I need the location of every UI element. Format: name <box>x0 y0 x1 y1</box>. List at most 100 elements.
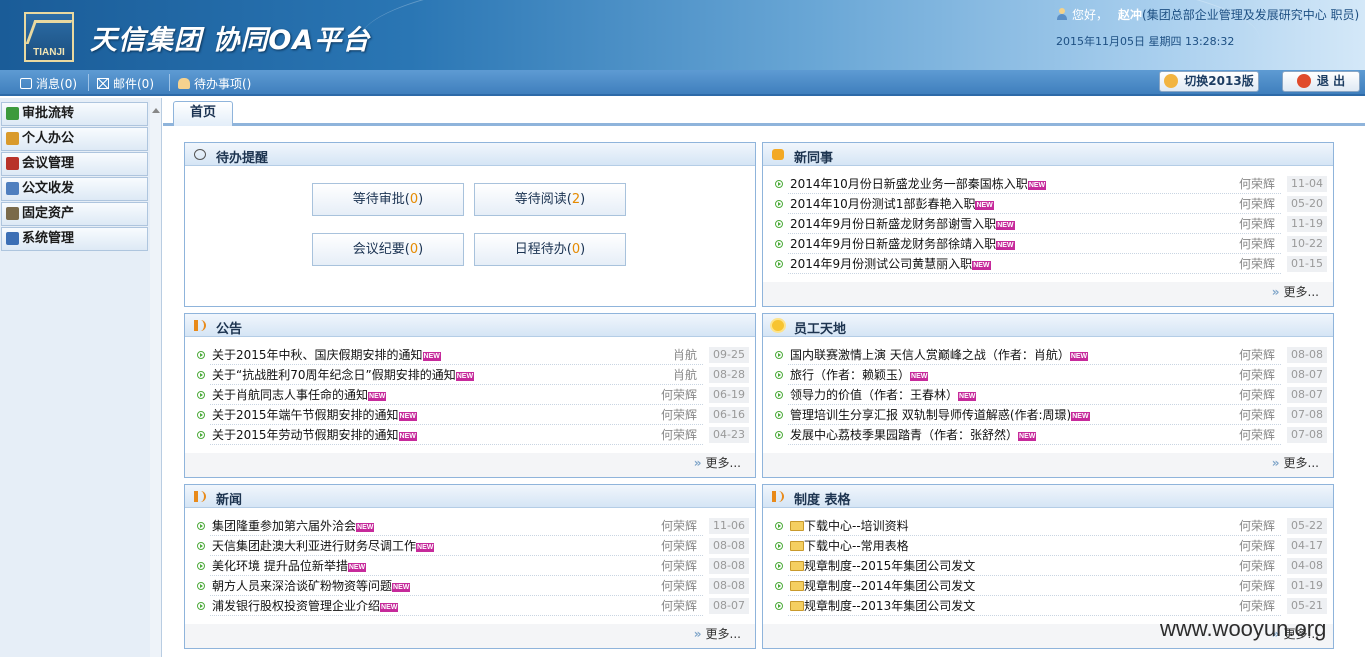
item-link[interactable]: 天信集团赴澳大利亚进行财务尽调工作NEW <box>212 536 435 556</box>
new-badge: NEW <box>356 523 375 532</box>
list-item: 管理培训生分享汇报 双轨制导师传道解惑(作者:周璟)NEW 何荣辉 07-08 <box>773 405 1327 425</box>
schedule-todo-button[interactable]: 日程待办(0) <box>474 233 626 266</box>
item-link[interactable]: 2014年9月份日新盛龙财务部徐靖入职NEW <box>790 234 1015 254</box>
system-icon <box>6 232 19 245</box>
list-item: 关于肖航同志人事任命的通知NEW 何荣辉 06-19 <box>195 385 749 405</box>
folder-icon <box>790 601 804 611</box>
item-link[interactable]: 2014年10月份日新盛龙业务一部秦国栋入职NEW <box>790 174 1047 194</box>
item-title: 2014年9月份日新盛龙财务部谢雪入职 <box>790 217 997 231</box>
greeting: 您好， <box>1072 8 1109 22</box>
item-link[interactable]: 2014年9月份日新盛龙财务部谢雪入职NEW <box>790 214 1015 234</box>
list: 关于2015年中秋、国庆假期安排的通知NEW 肖航 09-25 关于“抗战胜利70周年… <box>195 345 749 445</box>
pending-reading-button[interactable]: 等待阅读(2) <box>474 183 626 216</box>
hand-icon <box>178 78 190 89</box>
sidebar-item-meeting[interactable]: 会议管理 <box>1 152 148 176</box>
meeting-minutes-button[interactable]: 会议纪要(0) <box>312 233 464 266</box>
item-link[interactable]: 规章制度--2013年集团公司发文 <box>790 596 975 616</box>
item-title: 美化环境 提升品位新举措 <box>212 559 348 573</box>
arrow-bullet-icon <box>775 180 783 188</box>
item-author: 何荣辉 <box>1238 428 1275 442</box>
more-link[interactable]: 更多... <box>694 625 741 642</box>
folder-icon <box>790 541 804 551</box>
sidebar-item-approval[interactable]: 审批流转 <box>1 102 148 126</box>
item-date: 07-08 <box>1287 427 1327 443</box>
item-link[interactable]: 2014年10月份测试1部彭春艳入职NEW <box>790 194 994 214</box>
scroll-up-icon[interactable] <box>152 108 160 113</box>
more-link[interactable]: 更多... <box>1272 283 1319 300</box>
asset-icon <box>6 207 19 220</box>
speech-bubble-icon <box>772 149 784 160</box>
item-date: 09-25 <box>709 347 749 363</box>
list-item: 下载中心--培训资料 何荣辉 05-22 <box>773 516 1327 536</box>
switch-version-button[interactable]: 切换2013版 <box>1159 71 1259 92</box>
toolbar-divider <box>169 74 170 91</box>
item-link[interactable]: 关于2015年劳动节假期安排的通知NEW <box>212 425 417 445</box>
item-link[interactable]: 美化环境 提升品位新举措NEW <box>212 556 367 576</box>
item-author: 何荣辉 <box>1238 217 1275 231</box>
list-item: 2014年10月份测试1部彭春艳入职NEW 何荣辉 05-20 <box>773 194 1327 214</box>
mail-icon <box>97 78 109 89</box>
panel-news: 新闻 集团隆重参加第六届外洽会NEW 何荣辉 11-06 天信集团赴澳大利亚进行财务尽… <box>184 484 756 649</box>
item-link[interactable]: 关于2015年中秋、国庆假期安排的通知NEW <box>212 345 441 365</box>
sidebar-item-system[interactable]: 系统管理 <box>1 227 148 251</box>
item-author: 何荣辉 <box>660 539 697 553</box>
arrow-bullet-icon <box>775 200 783 208</box>
folder-icon <box>790 561 804 571</box>
item-link[interactable]: 关于肖航同志人事任命的通知NEW <box>212 385 387 405</box>
arrow-bullet-icon <box>197 351 205 359</box>
item-link[interactable]: 领导力的价值（作者：王春林）NEW <box>790 385 977 405</box>
sidebar-item-personal[interactable]: 个人办公 <box>1 127 148 151</box>
item-link[interactable]: 发展中心荔枝季果园踏青（作者：张舒然）NEW <box>790 425 1037 445</box>
list-item: 2014年9月份日新盛龙财务部谢雪入职NEW 何荣辉 11-19 <box>773 214 1327 234</box>
item-link[interactable]: 国内联赛激情上演 天信人赏巅峰之战（作者：肖航）NEW <box>790 345 1089 365</box>
todo-link[interactable]: 待办事项() <box>178 75 251 92</box>
item-title: 规章制度--2015年集团公司发文 <box>804 559 976 573</box>
item-link[interactable]: 关于2015年端午节假期安排的通知NEW <box>212 405 417 425</box>
top-toolbar: 消息(0) 邮件(0) 待办事项() 切换2013版 退 出 <box>0 70 1365 96</box>
item-title: 关于肖航同志人事任命的通知 <box>212 388 369 402</box>
more-link[interactable]: 更多... <box>1272 454 1319 471</box>
approval-icon <box>6 107 19 120</box>
item-link[interactable]: 浦发银行股权投资管理企业介绍NEW <box>212 596 399 616</box>
mail-link[interactable]: 邮件(0) <box>97 75 154 92</box>
toolbar-divider <box>88 74 89 91</box>
list-item: 2014年9月份日新盛龙财务部徐靖入职NEW 何荣辉 10-22 <box>773 234 1327 254</box>
item-link[interactable]: 规章制度--2014年集团公司发文 <box>790 576 975 596</box>
item-link[interactable]: 下载中心--培训资料 <box>790 516 909 536</box>
more-link[interactable]: 更多... <box>694 454 741 471</box>
item-title: 2014年10月份测试1部彭春艳入职 <box>790 197 976 211</box>
item-link[interactable]: 集团隆重参加第六届外洽会NEW <box>212 516 375 536</box>
book-icon <box>6 157 19 170</box>
sidebar-item-assets[interactable]: 固定资产 <box>1 202 148 226</box>
arrow-bullet-icon <box>775 431 783 439</box>
item-link[interactable]: 朝方人员来深洽谈矿粉物资等问题NEW <box>212 576 411 596</box>
item-link[interactable]: 管理培训生分享汇报 双轨制导师传道解惑(作者:周璟)NEW <box>790 405 1090 425</box>
list-item: 关于2015年中秋、国庆假期安排的通知NEW 肖航 09-25 <box>195 345 749 365</box>
item-link[interactable]: 2014年9月份测试公司黄慧丽入职NEW <box>790 254 991 274</box>
new-badge: NEW <box>380 603 399 612</box>
app-title: 天信集团 协同OA平台 <box>90 25 371 56</box>
sidebar-scrollbar[interactable] <box>150 98 161 657</box>
arrow-bullet-icon <box>775 371 783 379</box>
new-badge: NEW <box>455 372 475 381</box>
item-author: 何荣辉 <box>1238 257 1275 271</box>
item-author: 何荣辉 <box>1238 539 1275 553</box>
arrow-bullet-icon <box>775 582 783 590</box>
new-badge: NEW <box>416 543 435 552</box>
item-link[interactable]: 下载中心--常用表格 <box>790 536 909 556</box>
pending-approval-button[interactable]: 等待审批(0) <box>312 183 464 216</box>
item-link[interactable]: 规章制度--2015年集团公司发文 <box>790 556 975 576</box>
messages-link[interactable]: 消息(0) <box>20 75 77 92</box>
company-logo: TIANJI <box>24 12 74 62</box>
sidebar-item-documents[interactable]: 公文收发 <box>1 177 148 201</box>
logout-button[interactable]: 退 出 <box>1282 71 1360 92</box>
list-item: 领导力的价值（作者：王春林）NEW 何荣辉 08-07 <box>773 385 1327 405</box>
row-divider <box>210 615 703 616</box>
item-link[interactable]: 旅行（作者：赖颖玉）NEW <box>790 365 929 385</box>
home-icon <box>1164 74 1179 88</box>
item-link[interactable]: 关于“抗战胜利70周年纪念日”假期安排的通知NEW <box>212 365 475 385</box>
tab-home[interactable]: 首页 <box>173 101 233 126</box>
panel-header: 制度 表格 <box>763 485 1333 508</box>
item-author: 何荣辉 <box>1238 559 1275 573</box>
arrow-bullet-icon <box>197 371 205 379</box>
